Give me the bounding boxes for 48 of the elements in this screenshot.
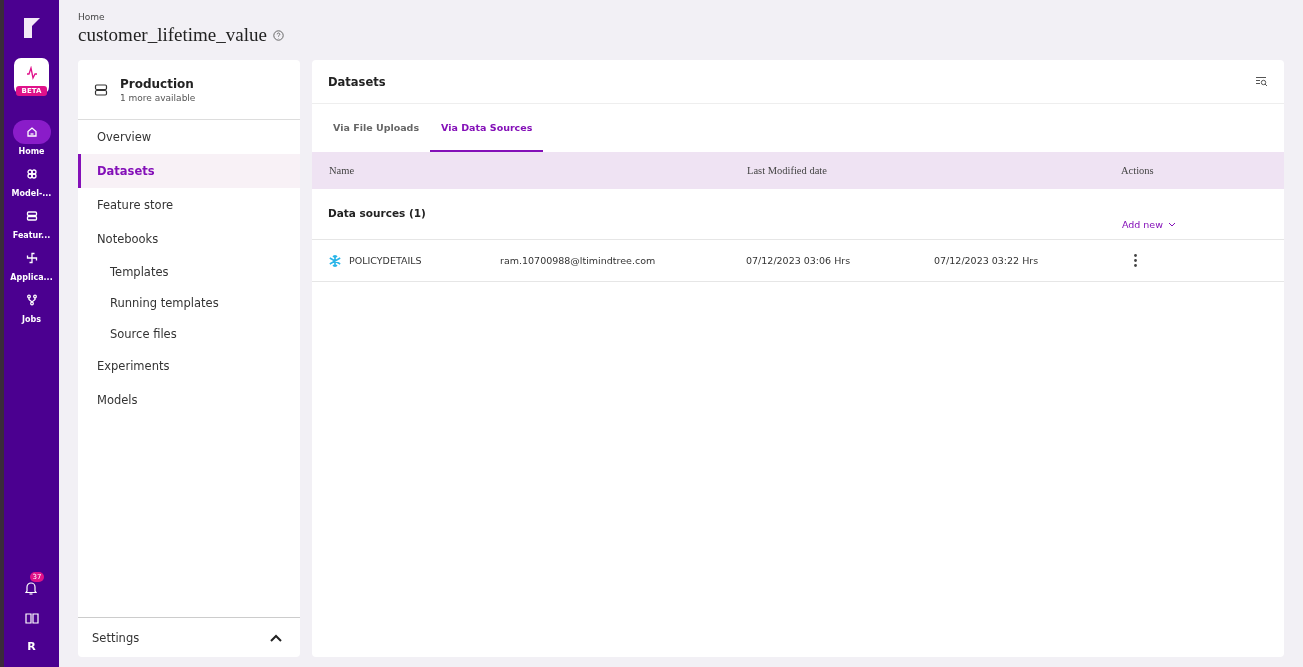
sidebar-item[interactable]: Overview bbox=[78, 120, 300, 154]
table-cell-text: ram.10700988@ltimindtree.com bbox=[500, 255, 657, 266]
table-row[interactable]: POLICYDETAILS ram.10700988@ltimindtree.com 07/12/2023 03:06 Hrs 07/12/2023 03:22 Hrs bbox=[312, 240, 1284, 282]
project-subtitle: 1 more available bbox=[120, 92, 196, 103]
rail-item[interactable]: Jobs bbox=[3, 288, 60, 324]
group-title: Data sources (1) bbox=[328, 207, 426, 221]
server-icon bbox=[94, 82, 108, 97]
column-header: Name bbox=[329, 165, 356, 176]
breadcrumb[interactable]: Home bbox=[78, 12, 1284, 22]
chevron-icon bbox=[270, 633, 282, 642]
sidebar-item[interactable]: Notebooks bbox=[78, 222, 300, 256]
sidebar-item[interactable]: Datasets bbox=[78, 154, 300, 188]
caret-icon bbox=[1168, 222, 1176, 227]
column-header: Last Modified date bbox=[747, 165, 828, 176]
filter-search-icon[interactable] bbox=[1255, 76, 1268, 87]
sidebar-item[interactable]: Templates bbox=[78, 256, 300, 287]
add-new-button[interactable]: Add new bbox=[1121, 219, 1176, 230]
sidebar-item[interactable]: Running templates bbox=[78, 287, 300, 318]
page-title: customer_lifetime_value bbox=[78, 24, 267, 46]
sidebar-item[interactable]: Experiments bbox=[78, 349, 300, 383]
home-icon bbox=[25, 126, 38, 138]
sidebar-item[interactable]: Source files bbox=[78, 318, 300, 349]
molecule-icon bbox=[25, 168, 38, 180]
table-cell: POLICYDETAILS bbox=[349, 255, 422, 266]
table-cell-text: 07/12/2023 03:06 Hrs bbox=[746, 255, 852, 266]
settings-bar[interactable]: Settings bbox=[78, 617, 300, 657]
project-name[interactable]: Production bbox=[120, 76, 196, 91]
rail-item[interactable]: Home bbox=[3, 120, 60, 156]
logo-icon bbox=[21, 16, 42, 38]
column-header: Actions bbox=[1121, 165, 1155, 176]
sidebar-item[interactable]: Feature store bbox=[78, 188, 300, 222]
sidebar-item[interactable]: Models bbox=[78, 383, 300, 417]
wave-icon bbox=[25, 66, 38, 80]
panel-title: Datasets bbox=[328, 74, 386, 89]
table-cell-text: 07/12/2023 03:22 Hrs bbox=[934, 255, 1040, 266]
branch-icon bbox=[25, 294, 38, 306]
rail-item[interactable]: Featur... bbox=[3, 204, 60, 240]
rail-item[interactable]: Applica... bbox=[3, 246, 60, 282]
snowflake-icon bbox=[328, 253, 342, 268]
rail-item[interactable]: Model-... bbox=[3, 162, 60, 198]
book-icon[interactable] bbox=[24, 612, 39, 624]
user-avatar[interactable]: R bbox=[27, 640, 36, 653]
pinwheel-icon bbox=[25, 252, 38, 264]
tab[interactable]: Via File Uploads bbox=[322, 104, 431, 152]
help-icon[interactable] bbox=[272, 29, 284, 41]
kebab-icon bbox=[1134, 254, 1137, 267]
server-icon bbox=[25, 210, 38, 222]
bell-icon[interactable] bbox=[23, 580, 38, 596]
